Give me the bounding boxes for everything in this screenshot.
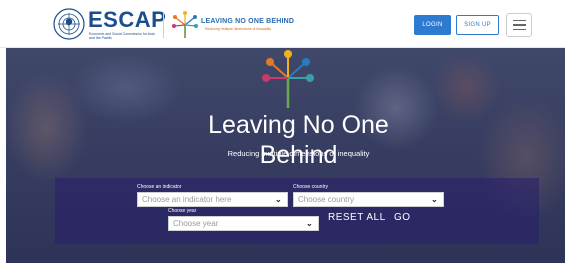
header-divider bbox=[163, 12, 164, 38]
lnob-logo-icon[interactable] bbox=[171, 11, 199, 39]
country-select[interactable]: Choose country ⌄ bbox=[293, 192, 444, 207]
menu-bar bbox=[512, 19, 526, 22]
un-emblem-icon[interactable] bbox=[53, 8, 85, 40]
program-subtitle: Reducing multiple dimensions of inequali… bbox=[205, 27, 272, 31]
brand-name[interactable]: ESCAP bbox=[88, 9, 166, 31]
menu-bar bbox=[512, 24, 526, 26]
year-label: Choose year bbox=[168, 208, 197, 214]
chevron-down-icon: ⌄ bbox=[306, 219, 313, 228]
indicator-select[interactable]: Choose an indicator here ⌄ bbox=[137, 192, 288, 207]
hero-title: Leaving No One Behind bbox=[208, 111, 389, 169]
program-title[interactable]: LEAVING NO ONE BEHIND bbox=[201, 18, 294, 26]
site-header: ESCAP Economic and Social Commission for… bbox=[0, 0, 565, 48]
go-button[interactable]: GO bbox=[394, 212, 411, 223]
brand-subtitle: Economic and Social Commission for Asia … bbox=[89, 32, 155, 40]
indicator-label: Choose an indicator bbox=[137, 184, 182, 190]
filter-panel: Choose an indicator Choose an indicator … bbox=[55, 178, 539, 244]
hamburger-menu-icon[interactable] bbox=[506, 13, 532, 37]
login-button[interactable]: LOGIN bbox=[414, 15, 451, 35]
indicator-select-value: Choose an indicator here bbox=[142, 195, 232, 204]
chevron-down-icon: ⌄ bbox=[431, 195, 438, 204]
signup-button[interactable]: SIGN UP bbox=[456, 15, 499, 35]
hero-banner: Leaving No One Behind Reducing multiple … bbox=[6, 48, 565, 263]
year-select-value: Choose year bbox=[173, 219, 219, 228]
tree-logo-icon bbox=[262, 50, 314, 108]
chevron-down-icon: ⌄ bbox=[275, 195, 282, 204]
country-label: Choose country bbox=[293, 184, 329, 190]
reset-all-button[interactable]: RESET ALL bbox=[328, 212, 386, 223]
year-select[interactable]: Choose year ⌄ bbox=[168, 216, 319, 231]
country-select-value: Choose country bbox=[298, 195, 355, 204]
hero-subtitle: Reducing multiple dimensions of inequali… bbox=[227, 149, 370, 158]
menu-bar bbox=[512, 28, 526, 31]
